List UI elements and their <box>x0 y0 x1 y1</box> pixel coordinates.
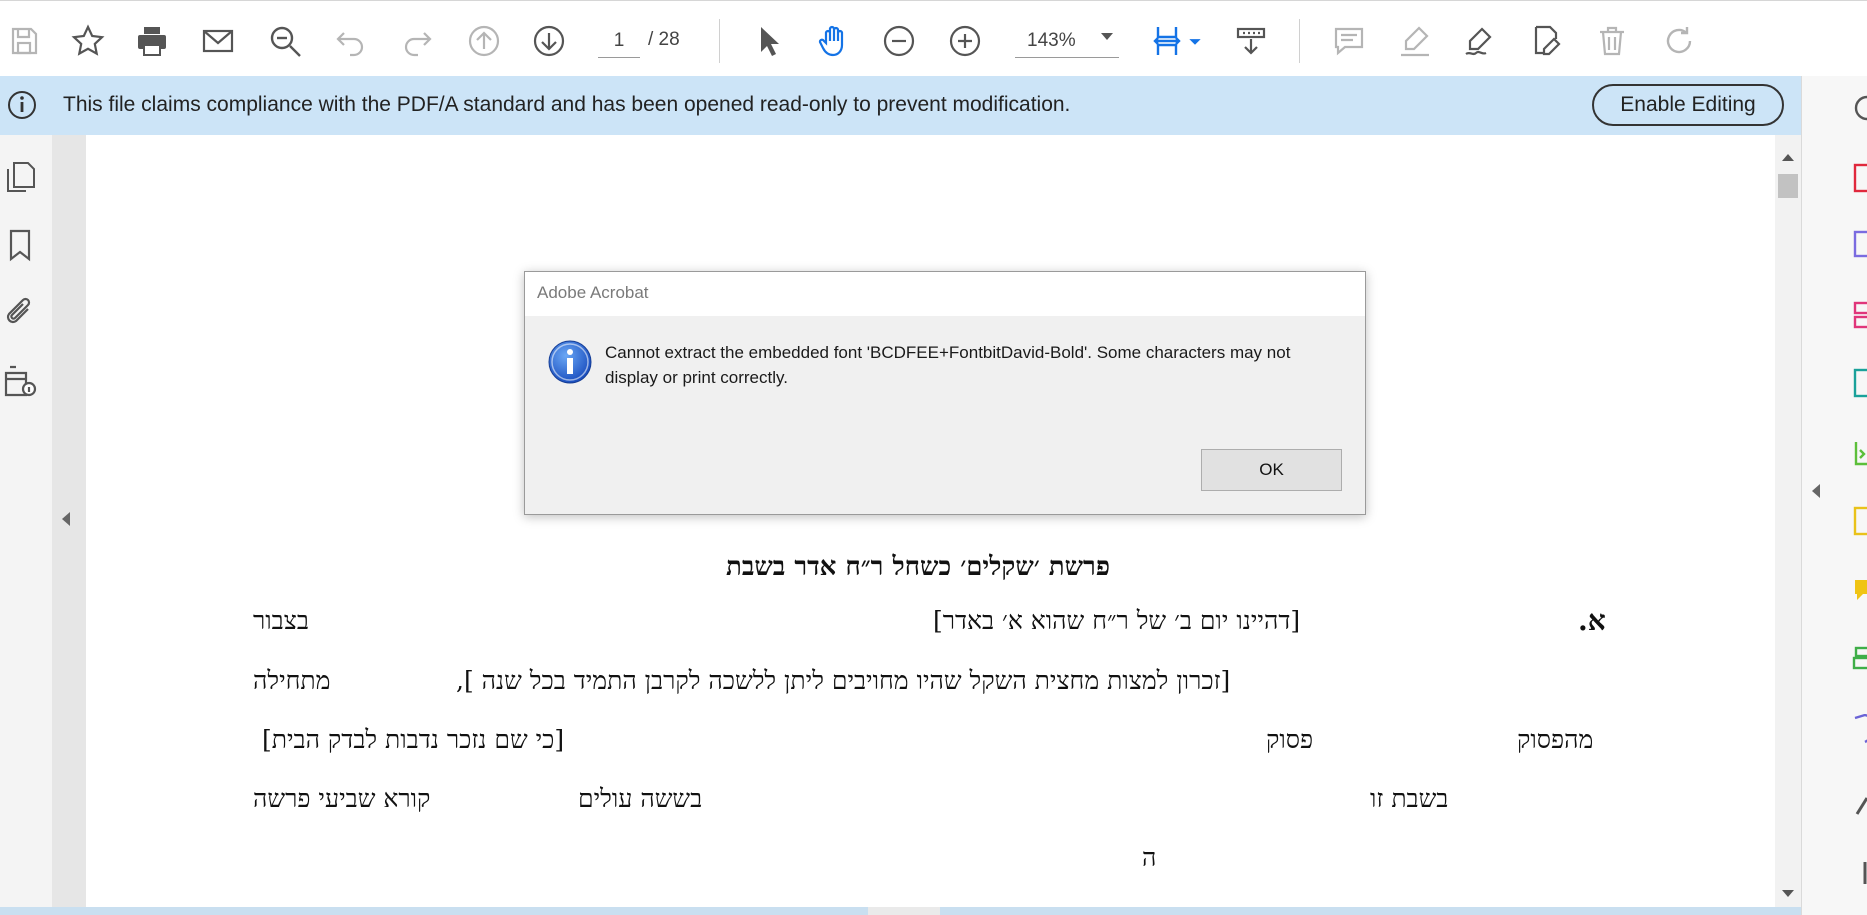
document-text-line: פסוק <box>1266 725 1314 754</box>
redo-icon[interactable] <box>396 19 440 63</box>
document-text-line: בצבור <box>253 606 309 635</box>
chevron-down-icon <box>1101 33 1113 40</box>
select-cursor-icon[interactable] <box>746 19 790 63</box>
dialog-title-bar: Adobe Acrobat <box>525 272 1365 316</box>
bookmark-star-icon[interactable] <box>66 19 110 63</box>
hand-tool-icon[interactable] <box>812 19 856 63</box>
main-toolbar: 1 / 28 143% <box>0 0 1867 78</box>
document-text-line: מתחילה <box>253 666 331 695</box>
edit-pdf-icon[interactable] <box>1524 19 1568 63</box>
document-text-line: בששה עולים <box>578 784 703 813</box>
compress-pdf-icon[interactable] <box>1851 438 1867 468</box>
scrolling-mode-icon[interactable] <box>1229 19 1273 63</box>
document-text-line: מהפסוק <box>1517 725 1594 754</box>
bottom-status-strip <box>0 907 1867 915</box>
enable-editing-button[interactable]: Enable Editing <box>1592 84 1784 126</box>
rotate-icon[interactable] <box>1657 19 1701 63</box>
delete-icon[interactable] <box>1590 19 1634 63</box>
toolbar-divider <box>719 19 720 63</box>
document-text-line: בשבת זו <box>1370 784 1449 813</box>
dialog-message: Cannot extract the embedded font 'BCDFEE… <box>605 343 1291 387</box>
dialog-title: Adobe Acrobat <box>537 283 649 302</box>
scroll-thumb[interactable] <box>1778 174 1798 198</box>
bookmarks-icon[interactable] <box>2 227 38 263</box>
collapse-right-pane-icon[interactable] <box>1812 484 1820 498</box>
highlight-icon[interactable] <box>1393 19 1437 63</box>
print-icon[interactable] <box>130 19 174 63</box>
read-only-notice-text: This file claims compliance with the PDF… <box>63 93 1071 116</box>
print-production-icon[interactable] <box>1851 644 1867 674</box>
undo-icon[interactable] <box>328 19 372 63</box>
tools-pane-toggle-icon[interactable] <box>1851 93 1867 123</box>
page-thumbnails-icon[interactable] <box>2 159 38 195</box>
section-letter: א. <box>1578 604 1606 637</box>
fill-sign-icon[interactable] <box>1851 506 1867 536</box>
left-navigation-pane <box>0 135 53 915</box>
sign-icon[interactable] <box>1458 19 1502 63</box>
export-pdf-icon[interactable] <box>1851 163 1867 193</box>
comment-tool-icon[interactable] <box>1851 576 1867 606</box>
document-heading: פרשת ׳שקלים׳ כשחל ר״ח אדר בשבת <box>726 552 1110 582</box>
scroll-up-arrow-icon[interactable] <box>1782 154 1794 161</box>
more-tools-icon[interactable] <box>1851 790 1867 820</box>
document-text-line: [כי שם נזכר נדבות לבדק הבית] <box>262 725 565 754</box>
info-icon <box>8 91 36 119</box>
collapse-left-pane-icon[interactable] <box>62 512 70 526</box>
document-properties-icon[interactable] <box>2 363 38 399</box>
zoom-out-icon[interactable] <box>877 19 921 63</box>
search-icon[interactable] <box>263 19 307 63</box>
previous-page-icon[interactable] <box>462 19 506 63</box>
read-only-notice-bar: This file claims compliance with the PDF… <box>0 76 1801 135</box>
zoom-select[interactable]: 143% <box>1015 25 1119 58</box>
vertical-scrollbar[interactable] <box>1775 135 1801 907</box>
edit-pdf-tool-icon[interactable] <box>1851 368 1867 398</box>
font-warning-dialog: Adobe Acrobat Cannot extract the embedde… <box>524 271 1366 515</box>
attachments-icon[interactable] <box>2 295 38 331</box>
zoom-value: 143% <box>1027 30 1076 51</box>
page-number-value: 1 <box>613 30 625 51</box>
ok-button[interactable]: OK <box>1201 449 1342 491</box>
document-text-line: [זכרון למצות מחצית השקל שהיו מחויבים לית… <box>456 666 1231 695</box>
comment-icon[interactable] <box>1327 19 1371 63</box>
zoom-in-icon[interactable] <box>943 19 987 63</box>
page-number-input[interactable]: 1 <box>598 25 640 58</box>
information-icon <box>548 340 592 384</box>
document-text-line: ה <box>1142 843 1157 872</box>
protect-icon[interactable] <box>1851 714 1867 744</box>
organize-pages-icon[interactable] <box>1851 300 1867 330</box>
save-icon[interactable] <box>2 19 46 63</box>
next-page-icon[interactable] <box>527 19 571 63</box>
pane-handle-icon[interactable] <box>1851 858 1867 888</box>
document-text-line: קורא שביעי פרשה <box>253 784 431 813</box>
page-total-label: / 28 <box>648 29 680 50</box>
scroll-down-arrow-icon[interactable] <box>1782 890 1794 897</box>
document-text-line: [דהיינו יום ב׳ של ר״ח שהוא א׳ באדר] <box>933 606 1301 635</box>
status-strip-segment <box>868 907 940 915</box>
email-icon[interactable] <box>196 19 240 63</box>
fit-page-dropdown-icon[interactable] <box>1178 19 1212 63</box>
toolbar-divider <box>1299 19 1300 63</box>
create-pdf-icon[interactable] <box>1851 230 1867 260</box>
